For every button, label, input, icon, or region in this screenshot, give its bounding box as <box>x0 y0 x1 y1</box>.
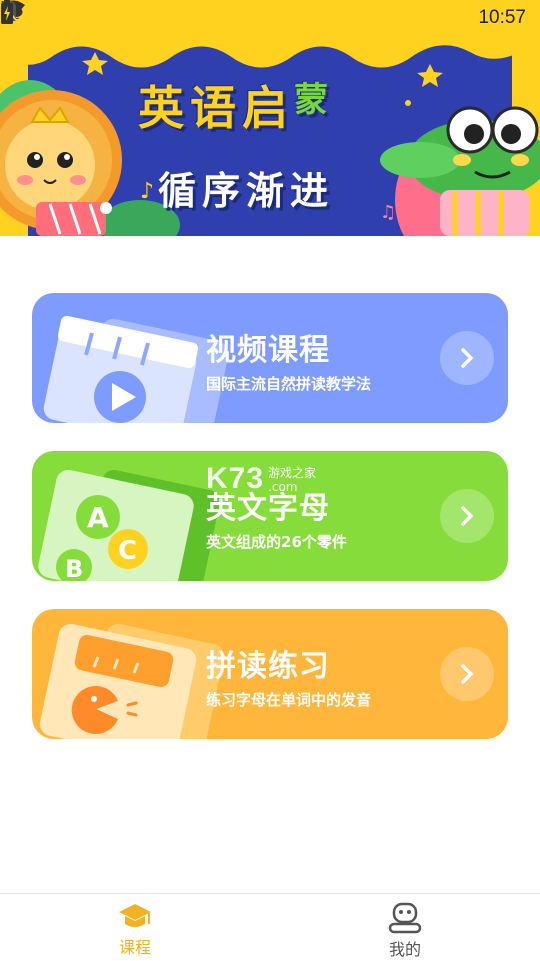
svg-text:♫: ♫ <box>380 202 396 223</box>
course-card-practice-title: 拼读练习 <box>206 649 330 684</box>
course-card-alphabet[interactable]: A C B 英文字母 英文组成的26个零件 <box>32 451 508 581</box>
svg-text:A: A <box>87 501 109 534</box>
graduation-cap-icon <box>119 904 151 927</box>
alphabet-abc-icon: A C B <box>38 469 220 581</box>
course-card-video-arrow[interactable] <box>440 331 494 385</box>
nav-item-profile-label: 我的 <box>388 940 421 959</box>
nav-item-profile[interactable]: 我的 <box>270 894 540 961</box>
nav-item-courses[interactable]: 课程 <box>0 894 270 961</box>
bottom-nav: 课程 我的 <box>0 893 540 961</box>
video-book-icon <box>43 315 229 423</box>
course-card-video-description: 国际主流自然拼读教学法 <box>206 375 372 393</box>
course-card-video-title: 视频课程 <box>206 333 330 368</box>
nav-item-courses-label: 课程 <box>118 938 151 957</box>
chevron-right-icon <box>461 664 473 684</box>
status-time: 10:57 <box>478 7 526 28</box>
banner: ♪ ♫ 10:57 英语启蒙 循序渐进 <box>0 0 540 236</box>
chevron-right-icon <box>461 348 473 368</box>
course-card-alphabet-title: 英文字母 <box>206 491 330 526</box>
course-card-video[interactable]: 视频课程 国际主流自然拼读教学法 <box>32 293 508 423</box>
course-card-practice-arrow[interactable] <box>440 647 494 701</box>
banner-subtitle: 循序渐进 <box>158 169 335 213</box>
pacman-practice-icon <box>39 623 224 739</box>
svg-text:B: B <box>65 555 83 581</box>
banner-title-main: 英语启 <box>138 81 294 135</box>
banner-title-accent: 蒙 <box>294 80 334 120</box>
course-card-alphabet-description: 英文组成的26个零件 <box>206 533 347 551</box>
status-bar: 10:57 <box>0 0 540 36</box>
course-card-practice-description: 练习字母在单词中的发音 <box>206 691 372 709</box>
robot-profile-icon <box>388 902 422 934</box>
banner-title: 英语启蒙 <box>138 72 334 138</box>
course-card-alphabet-arrow[interactable] <box>440 489 494 543</box>
svg-text:C: C <box>118 536 137 566</box>
course-card-practice[interactable]: 拼读练习 练习字母在单词中的发音 <box>32 609 508 739</box>
chevron-right-icon <box>461 506 473 526</box>
